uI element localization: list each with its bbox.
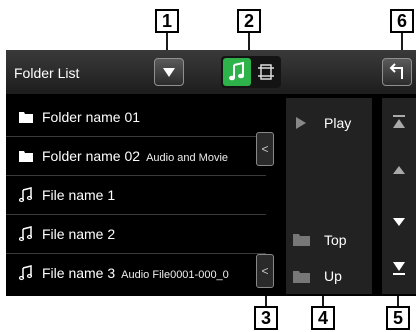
folder-icon (19, 151, 33, 162)
callout-6: 6 (390, 9, 414, 33)
scroll-up-icon (393, 166, 405, 174)
callout-5: 5 (386, 306, 410, 330)
list-item[interactable]: File name 2 (6, 215, 266, 254)
device-screen: Folder List Folder name 01 Folder name 0… (6, 50, 416, 296)
music-note-icon (18, 226, 33, 242)
list-item-label: Folder name 02 Audio and Movie (42, 148, 229, 164)
back-button[interactable] (382, 58, 412, 86)
top-button[interactable]: Top (286, 218, 372, 258)
scroll-top-button[interactable] (382, 104, 416, 144)
callout-4: 4 (311, 306, 335, 330)
folder-list-dropdown-button[interactable] (154, 58, 184, 86)
music-note-icon (18, 187, 33, 203)
video-mode-button[interactable] (253, 58, 279, 86)
scroll-top-icon (393, 115, 405, 128)
list-item-label: Folder name 01 (42, 109, 141, 125)
list-item-label: File name 2 (42, 226, 116, 242)
scroll-up-button[interactable] (382, 150, 416, 190)
list-item-info: Audio and Movie (146, 152, 229, 164)
callout-2: 2 (237, 9, 261, 33)
folder-icon (19, 112, 33, 123)
up-button[interactable]: Up (286, 258, 372, 294)
music-note-icon (229, 61, 244, 81)
video-frame-icon (258, 64, 274, 80)
return-arrow-icon (389, 63, 403, 79)
scroll-down-icon (393, 218, 405, 226)
list-item-info: Audio File0001-000_0 (121, 269, 229, 281)
callout-1-leader (166, 33, 168, 50)
scroll-bottom-icon (393, 262, 405, 275)
callout-6-leader (401, 33, 403, 50)
triangle-down-icon (163, 68, 175, 77)
header-bar: Folder List (6, 50, 416, 94)
scroll-down-button[interactable] (382, 202, 416, 242)
play-button[interactable]: Play (286, 98, 372, 148)
text-scroll-tab[interactable]: < (256, 132, 274, 166)
top-label: Top (324, 232, 347, 248)
list-item-label: File name 3 Audio File0001-000_0 (42, 265, 229, 281)
page-title: Folder List (14, 65, 80, 81)
callout-1: 1 (155, 9, 179, 33)
play-label: Play (324, 115, 352, 131)
up-label: Up (324, 268, 342, 284)
scroll-panel (382, 98, 416, 294)
up-folder-icon (293, 271, 310, 283)
callout-3: 3 (254, 306, 278, 330)
callout-2-leader (248, 33, 250, 50)
music-mode-button[interactable] (223, 58, 251, 86)
list-item-label: File name 1 (42, 187, 116, 203)
list-item[interactable]: File name 3 Audio File0001-000_0 (6, 254, 266, 292)
scroll-bottom-button[interactable] (382, 248, 416, 288)
text-scroll-tab[interactable]: < (256, 254, 274, 288)
music-note-icon (18, 265, 33, 281)
list-item[interactable]: Folder name 02 Audio and Movie (6, 137, 266, 176)
play-icon (296, 117, 306, 129)
list-item[interactable]: Folder name 01 (6, 98, 266, 137)
list-item[interactable]: File name 1 (6, 176, 266, 215)
operation-panel: Play Top Up (286, 98, 372, 294)
media-mode-group (221, 56, 281, 88)
top-folder-icon (293, 234, 310, 246)
